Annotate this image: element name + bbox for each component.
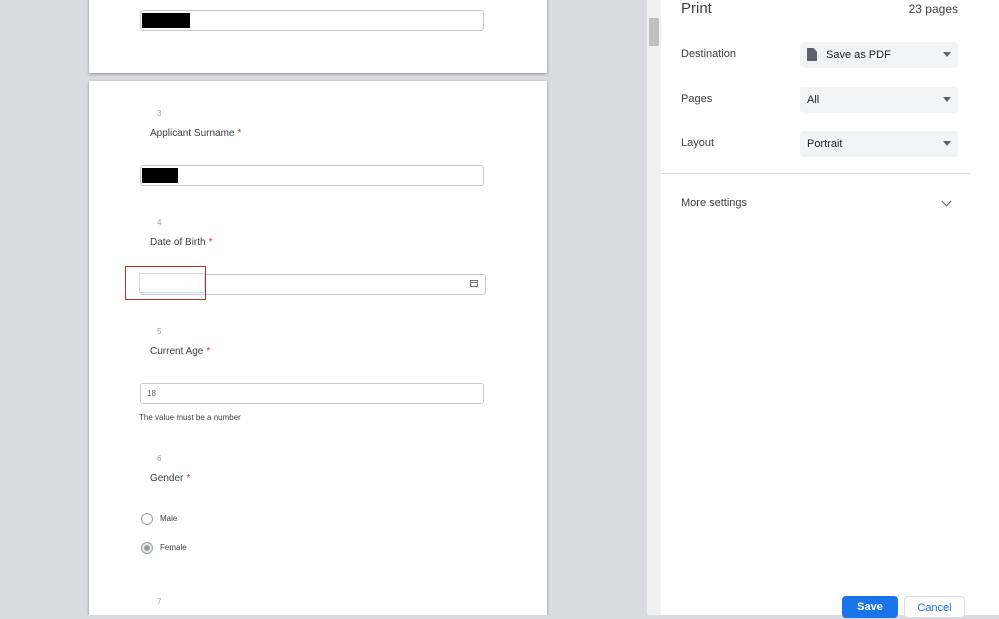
- validation-message: The value must be a number: [139, 413, 241, 422]
- panel-margin: [970, 0, 999, 615]
- surname-field: [140, 165, 484, 186]
- radio-female: [141, 542, 153, 554]
- question-number: 3: [157, 109, 162, 118]
- radio-label-male: Male: [160, 514, 178, 523]
- print-settings-panel: Print 23 pages Destination Save as PDF P…: [661, 0, 970, 618]
- question-label: Applicant Surname *: [150, 128, 242, 139]
- page-count: 23 pages: [908, 2, 958, 16]
- question-number: 4: [157, 218, 162, 227]
- dropdown-arrow-icon: [943, 52, 951, 57]
- dropdown-arrow-icon: [943, 97, 951, 102]
- question-label: Gender *: [150, 473, 191, 484]
- required-marker: *: [206, 346, 211, 357]
- chevron-down-icon[interactable]: [941, 196, 952, 207]
- divider: [661, 173, 970, 174]
- layout-value: Portrait: [807, 138, 843, 150]
- redaction-block: [142, 168, 178, 183]
- required-marker: *: [237, 128, 242, 139]
- dropdown-arrow-icon: [943, 141, 951, 146]
- required-marker: *: [186, 473, 191, 484]
- pages-select[interactable]: All: [800, 87, 958, 113]
- preview-scrollbar[interactable]: [647, 0, 661, 615]
- question-number: 7: [157, 597, 162, 606]
- pages-value: All: [807, 94, 820, 106]
- radio-label-female: Female: [160, 543, 187, 552]
- print-preview-area: 3 Applicant Surname * 4 Date of Birth * 5 …: [0, 0, 647, 615]
- destination-label: Destination: [681, 48, 737, 60]
- required-marker: *: [208, 237, 213, 248]
- layout-label: Layout: [681, 137, 715, 149]
- current-age-field: 18: [140, 383, 484, 404]
- question-label: Date of Birth *: [150, 237, 213, 248]
- pages-label: Pages: [681, 93, 713, 105]
- preview-page-2: 3 Applicant Surname * 4 Date of Birth * 5 …: [89, 81, 547, 615]
- calendar-icon: [470, 280, 478, 287]
- age-value: 18: [147, 389, 156, 398]
- preview-page-1: [89, 0, 547, 73]
- more-settings-toggle[interactable]: More settings: [681, 197, 747, 209]
- question-label: Current Age *: [150, 346, 211, 357]
- destination-value: Save as PDF: [826, 49, 891, 61]
- question-number: 6: [157, 454, 162, 463]
- scrollbar-thumb[interactable]: [649, 18, 659, 46]
- redaction-block: [142, 13, 190, 28]
- radio-male: [141, 513, 153, 525]
- question-number: 5: [157, 327, 162, 336]
- highlight-box: [125, 266, 206, 300]
- destination-select[interactable]: Save as PDF: [800, 42, 958, 68]
- document-icon: [807, 48, 817, 61]
- redacted-field: [140, 10, 484, 31]
- layout-select[interactable]: Portrait: [800, 131, 958, 157]
- print-title: Print: [681, 0, 712, 17]
